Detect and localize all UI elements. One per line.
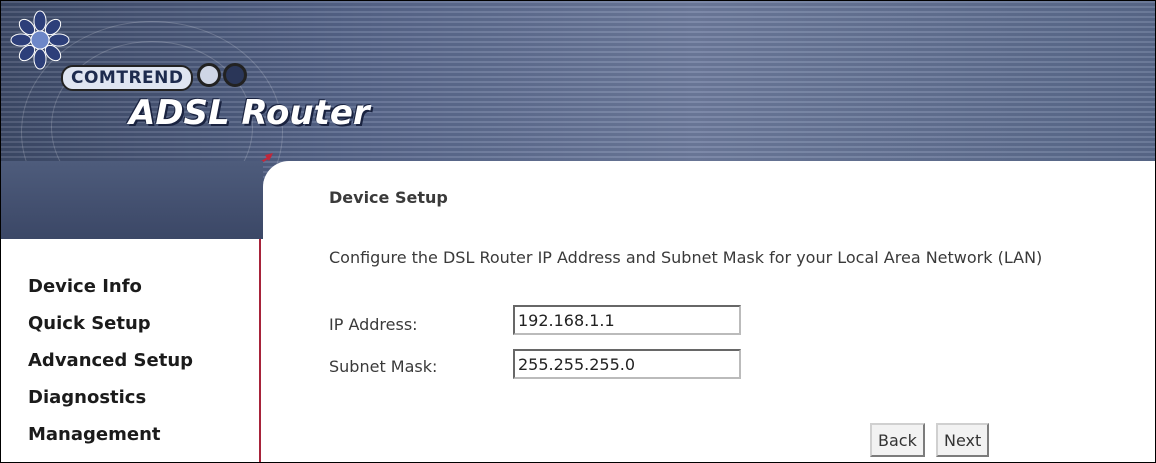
main-content: Device Setup Configure the DSL Router IP… [263,161,1155,462]
ip-address-label: IP Address: [329,315,418,334]
page-title: Device Setup [329,188,448,207]
page-frame: COMTREND ADSL Router Device Setup Config… [0,0,1156,463]
comtrend-logo-icon [10,10,70,70]
sidebar-item-diagnostics[interactable]: Diagnostics [28,387,146,408]
subnet-mask-input[interactable] [513,349,741,379]
product-title-prefix: ADSL [129,93,230,133]
logo-dot-icon [197,63,221,87]
sidebar-item-advanced-setup[interactable]: Advanced Setup [28,350,193,371]
product-title: ADSL Router [129,93,370,133]
brand-logo-dots [197,63,249,91]
product-title-suffix: Router [241,93,370,133]
sidebar-item-device-info[interactable]: Device Info [28,276,142,297]
logo-dot-icon [223,63,247,87]
ip-address-input[interactable] [513,305,741,335]
brand-logo-text: COMTREND [61,65,194,91]
sidebar-item-management[interactable]: Management [28,424,161,445]
sidebar-item-quick-setup[interactable]: Quick Setup [28,313,151,334]
banner-corner [1,161,263,239]
sidebar: Device Info Quick Setup Advanced Setup D… [1,239,261,462]
subnet-mask-label: Subnet Mask: [329,357,438,376]
page-description: Configure the DSL Router IP Address and … [329,248,1043,267]
back-button[interactable]: Back [870,423,925,457]
next-button[interactable]: Next [936,423,990,457]
